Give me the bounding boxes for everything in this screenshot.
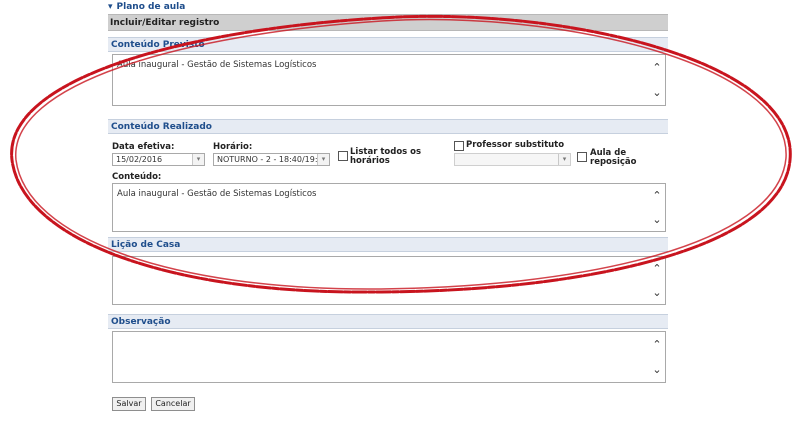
chevron-up-icon[interactable]: ⌃ xyxy=(652,262,661,275)
conteudo-previsto-textarea[interactable]: Aula inaugural - Gestão de Sistemas Logí… xyxy=(112,54,666,106)
section-observacao: Observação xyxy=(108,314,668,329)
collapse-triangle-icon[interactable]: ▾ xyxy=(108,2,113,12)
textarea-scrollbar[interactable]: ⌃ ⌄ xyxy=(651,184,663,231)
textarea-scrollbar[interactable]: ⌃ ⌄ xyxy=(651,55,663,105)
form-header: Incluir/Editar registro xyxy=(108,14,668,31)
licao-de-casa-textarea[interactable]: ⌃ ⌄ xyxy=(112,256,666,305)
chevron-up-icon[interactable]: ⌃ xyxy=(652,189,661,202)
professor-substituto-checkbox[interactable] xyxy=(454,141,464,151)
listar-horarios-label: Listar todos os horários xyxy=(350,148,421,166)
dropdown-arrow-icon[interactable]: ▾ xyxy=(317,154,329,165)
data-efetiva-label: Data efetiva: xyxy=(112,142,175,152)
aula-reposicao-label: Aula de reposição xyxy=(590,149,636,167)
horario-select[interactable]: NOTURNO - 2 - 18:40/19:3 ▾ xyxy=(213,153,330,166)
chevron-down-icon[interactable]: ⌄ xyxy=(652,363,661,376)
dropdown-arrow-icon[interactable]: ▾ xyxy=(558,154,570,165)
chevron-down-icon[interactable]: ⌄ xyxy=(652,286,661,299)
professor-substituto-label: Professor substituto xyxy=(466,140,565,150)
cancel-button[interactable]: Cancelar xyxy=(151,397,195,411)
chevron-up-icon[interactable]: ⌃ xyxy=(652,338,661,351)
section-conteudo-previsto: Conteúdo Previsto xyxy=(108,37,668,52)
section-licao-de-casa: Lição de Casa xyxy=(108,237,668,252)
textarea-scrollbar[interactable]: ⌃ ⌄ xyxy=(651,332,663,382)
chevron-down-icon[interactable]: ⌄ xyxy=(652,86,661,99)
aula-reposicao-label-line2: reposição xyxy=(590,157,637,167)
chevron-up-icon[interactable]: ⌃ xyxy=(652,61,661,74)
chevron-down-icon[interactable]: ⌄ xyxy=(652,213,661,226)
horario-value: NOTURNO - 2 - 18:40/19:3 xyxy=(217,155,323,164)
conteudo-label: Conteúdo: xyxy=(112,172,162,182)
conteudo-previsto-text: Aula inaugural - Gestão de Sistemas Logí… xyxy=(117,60,317,70)
conteudo-realizado-text: Aula inaugural - Gestão de Sistemas Logí… xyxy=(117,189,317,199)
listar-horarios-label-line2: horários xyxy=(350,156,390,166)
save-button[interactable]: Salvar xyxy=(112,397,146,411)
professor-substituto-select[interactable]: ▾ xyxy=(454,153,571,166)
textarea-scrollbar[interactable]: ⌃ ⌄ xyxy=(651,257,663,304)
lesson-plan-panel: ▾ Plano de aula Incluir/Editar registro C… xyxy=(108,0,668,425)
data-efetiva-value: 15/02/2016 xyxy=(116,155,163,164)
section-conteudo-realizado: Conteúdo Realizado xyxy=(108,119,668,134)
aula-reposicao-checkbox[interactable] xyxy=(577,152,587,162)
conteudo-realizado-textarea[interactable]: Aula inaugural - Gestão de Sistemas Logí… xyxy=(112,183,666,232)
observacao-textarea[interactable]: ⌃ ⌄ xyxy=(112,331,666,383)
listar-horarios-checkbox[interactable] xyxy=(338,151,348,161)
calendar-dropdown-icon[interactable]: ▾ xyxy=(192,154,204,165)
data-efetiva-field[interactable]: 15/02/2016 ▾ xyxy=(112,153,205,166)
horario-label: Horário: xyxy=(213,142,253,152)
panel-title[interactable]: ▾ Plano de aula xyxy=(108,2,185,14)
panel-title-label: Plano de aula xyxy=(116,2,186,12)
